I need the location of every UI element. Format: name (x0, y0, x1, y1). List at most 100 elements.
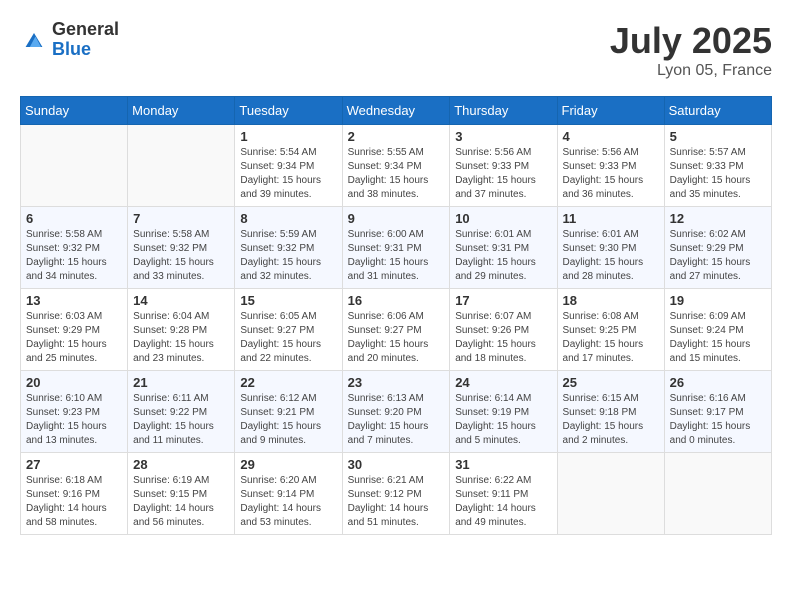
day-info: Sunrise: 5:58 AM Sunset: 9:32 PM Dayligh… (26, 228, 122, 284)
day-info: Sunrise: 6:18 AM Sunset: 9:16 PM Dayligh… (26, 474, 122, 530)
logo-icon (20, 26, 48, 54)
day-info: Sunrise: 6:09 AM Sunset: 9:24 PM Dayligh… (670, 310, 766, 366)
calendar-cell: 18 Sunrise: 6:08 AM Sunset: 9:25 PM Dayli… (557, 289, 664, 371)
column-header-wednesday: Wednesday (342, 97, 450, 125)
day-info: Sunrise: 6:05 AM Sunset: 9:27 PM Dayligh… (240, 310, 336, 366)
day-number: 29 (240, 457, 336, 472)
day-info: Sunrise: 6:01 AM Sunset: 9:30 PM Dayligh… (563, 228, 659, 284)
day-number: 8 (240, 211, 336, 226)
calendar-cell: 30 Sunrise: 6:21 AM Sunset: 9:12 PM Dayli… (342, 453, 450, 535)
day-number: 26 (670, 375, 766, 390)
calendar-cell: 23 Sunrise: 6:13 AM Sunset: 9:20 PM Dayli… (342, 371, 450, 453)
calendar-cell: 9 Sunrise: 6:00 AM Sunset: 9:31 PM Daylig… (342, 207, 450, 289)
calendar-cell (128, 125, 235, 207)
day-number: 10 (455, 211, 551, 226)
day-info: Sunrise: 6:20 AM Sunset: 9:14 PM Dayligh… (240, 474, 336, 530)
calendar-cell: 3 Sunrise: 5:56 AM Sunset: 9:33 PM Daylig… (450, 125, 557, 207)
calendar-cell: 31 Sunrise: 6:22 AM Sunset: 9:11 PM Dayli… (450, 453, 557, 535)
calendar-cell: 25 Sunrise: 6:15 AM Sunset: 9:18 PM Dayli… (557, 371, 664, 453)
day-info: Sunrise: 6:11 AM Sunset: 9:22 PM Dayligh… (133, 392, 229, 448)
day-info: Sunrise: 6:16 AM Sunset: 9:17 PM Dayligh… (670, 392, 766, 448)
column-header-monday: Monday (128, 97, 235, 125)
calendar-cell: 1 Sunrise: 5:54 AM Sunset: 9:34 PM Daylig… (235, 125, 342, 207)
day-info: Sunrise: 6:15 AM Sunset: 9:18 PM Dayligh… (563, 392, 659, 448)
day-number: 2 (348, 129, 445, 144)
calendar-cell (21, 125, 128, 207)
day-info: Sunrise: 5:58 AM Sunset: 9:32 PM Dayligh… (133, 228, 229, 284)
calendar-cell: 16 Sunrise: 6:06 AM Sunset: 9:27 PM Dayli… (342, 289, 450, 371)
calendar-cell: 8 Sunrise: 5:59 AM Sunset: 9:32 PM Daylig… (235, 207, 342, 289)
column-header-thursday: Thursday (450, 97, 557, 125)
day-number: 3 (455, 129, 551, 144)
day-info: Sunrise: 6:14 AM Sunset: 9:19 PM Dayligh… (455, 392, 551, 448)
title-block: July 2025 Lyon 05, France (610, 20, 772, 80)
day-number: 13 (26, 293, 122, 308)
day-number: 18 (563, 293, 659, 308)
day-number: 21 (133, 375, 229, 390)
day-info: Sunrise: 5:56 AM Sunset: 9:33 PM Dayligh… (563, 146, 659, 202)
day-info: Sunrise: 6:08 AM Sunset: 9:25 PM Dayligh… (563, 310, 659, 366)
day-number: 25 (563, 375, 659, 390)
day-info: Sunrise: 5:56 AM Sunset: 9:33 PM Dayligh… (455, 146, 551, 202)
calendar-cell: 21 Sunrise: 6:11 AM Sunset: 9:22 PM Dayli… (128, 371, 235, 453)
day-info: Sunrise: 6:06 AM Sunset: 9:27 PM Dayligh… (348, 310, 445, 366)
calendar-cell: 13 Sunrise: 6:03 AM Sunset: 9:29 PM Dayli… (21, 289, 128, 371)
calendar-cell: 29 Sunrise: 6:20 AM Sunset: 9:14 PM Dayli… (235, 453, 342, 535)
day-number: 24 (455, 375, 551, 390)
calendar-cell: 24 Sunrise: 6:14 AM Sunset: 9:19 PM Dayli… (450, 371, 557, 453)
day-number: 28 (133, 457, 229, 472)
calendar-cell: 19 Sunrise: 6:09 AM Sunset: 9:24 PM Dayli… (664, 289, 771, 371)
day-info: Sunrise: 6:22 AM Sunset: 9:11 PM Dayligh… (455, 474, 551, 530)
calendar-week-row: 13 Sunrise: 6:03 AM Sunset: 9:29 PM Dayli… (21, 289, 772, 371)
calendar-header-row: SundayMondayTuesdayWednesdayThursdayFrid… (21, 97, 772, 125)
day-info: Sunrise: 5:54 AM Sunset: 9:34 PM Dayligh… (240, 146, 336, 202)
logo-blue-text: Blue (52, 39, 91, 59)
column-header-tuesday: Tuesday (235, 97, 342, 125)
day-info: Sunrise: 5:59 AM Sunset: 9:32 PM Dayligh… (240, 228, 336, 284)
day-number: 23 (348, 375, 445, 390)
calendar-cell: 11Sunrise: 6:01 AM Sunset: 9:30 PM Dayli… (557, 207, 664, 289)
day-number: 1 (240, 129, 336, 144)
day-number: 5 (670, 129, 766, 144)
day-number: 14 (133, 293, 229, 308)
day-info: Sunrise: 6:10 AM Sunset: 9:23 PM Dayligh… (26, 392, 122, 448)
calendar-week-row: 20Sunrise: 6:10 AM Sunset: 9:23 PM Dayli… (21, 371, 772, 453)
day-number: 22 (240, 375, 336, 390)
day-info: Sunrise: 6:03 AM Sunset: 9:29 PM Dayligh… (26, 310, 122, 366)
calendar-cell: 22 Sunrise: 6:12 AM Sunset: 9:21 PM Dayli… (235, 371, 342, 453)
day-number: 19 (670, 293, 766, 308)
column-header-sunday: Sunday (21, 97, 128, 125)
day-info: Sunrise: 5:55 AM Sunset: 9:34 PM Dayligh… (348, 146, 445, 202)
calendar-cell: 4 Sunrise: 5:56 AM Sunset: 9:33 PM Daylig… (557, 125, 664, 207)
calendar-cell: 17 Sunrise: 6:07 AM Sunset: 9:26 PM Dayli… (450, 289, 557, 371)
logo: General Blue (20, 20, 119, 60)
calendar-cell: 6 Sunrise: 5:58 AM Sunset: 9:32 PM Daylig… (21, 207, 128, 289)
day-info: Sunrise: 6:21 AM Sunset: 9:12 PM Dayligh… (348, 474, 445, 530)
day-number: 9 (348, 211, 445, 226)
day-number: 27 (26, 457, 122, 472)
day-info: Sunrise: 6:12 AM Sunset: 9:21 PM Dayligh… (240, 392, 336, 448)
calendar-cell (557, 453, 664, 535)
calendar-cell: 10Sunrise: 6:01 AM Sunset: 9:31 PM Dayli… (450, 207, 557, 289)
location-subtitle: Lyon 05, France (610, 62, 772, 80)
day-info: Sunrise: 6:19 AM Sunset: 9:15 PM Dayligh… (133, 474, 229, 530)
calendar-cell: 15 Sunrise: 6:05 AM Sunset: 9:27 PM Dayli… (235, 289, 342, 371)
day-number: 31 (455, 457, 551, 472)
day-number: 15 (240, 293, 336, 308)
day-number: 30 (348, 457, 445, 472)
day-number: 12 (670, 211, 766, 226)
day-info: Sunrise: 6:13 AM Sunset: 9:20 PM Dayligh… (348, 392, 445, 448)
day-number: 16 (348, 293, 445, 308)
day-info: Sunrise: 6:00 AM Sunset: 9:31 PM Dayligh… (348, 228, 445, 284)
day-info: Sunrise: 6:07 AM Sunset: 9:26 PM Dayligh… (455, 310, 551, 366)
day-info: Sunrise: 6:04 AM Sunset: 9:28 PM Dayligh… (133, 310, 229, 366)
calendar-cell: 12Sunrise: 6:02 AM Sunset: 9:29 PM Dayli… (664, 207, 771, 289)
logo-general-text: General (52, 19, 119, 39)
calendar-cell: 14 Sunrise: 6:04 AM Sunset: 9:28 PM Dayli… (128, 289, 235, 371)
day-number: 4 (563, 129, 659, 144)
day-number: 6 (26, 211, 122, 226)
page-header: General Blue July 2025 Lyon 05, France (20, 20, 772, 80)
calendar-cell (664, 453, 771, 535)
day-number: 7 (133, 211, 229, 226)
day-number: 17 (455, 293, 551, 308)
